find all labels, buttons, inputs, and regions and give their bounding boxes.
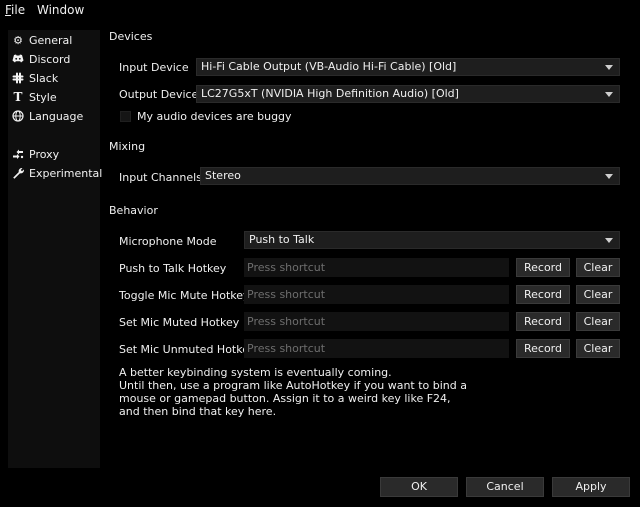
toggle-mic-mute-clear-button[interactable]: Clear	[576, 285, 620, 304]
set-mic-unmuted-record-button[interactable]: Record	[516, 339, 570, 358]
toggle-mic-mute-hotkey-label: Toggle Mic Mute Hotkey	[119, 289, 250, 302]
sidebar-item-label: Slack	[29, 71, 59, 85]
sidebar-item-language[interactable]: Language	[12, 107, 98, 125]
sidebar-item-label: Language	[29, 109, 84, 123]
set-mic-muted-clear-button[interactable]: Clear	[576, 312, 620, 331]
input-channels-label: Input Channels	[119, 171, 202, 184]
sidebar-item-experimental[interactable]: Experimental	[12, 164, 102, 182]
sidebar-item-proxy[interactable]: Proxy	[12, 145, 98, 163]
input-channels-select[interactable]: Stereo	[200, 167, 620, 185]
note-line: Until then, use a program like AutoHotke…	[119, 379, 467, 392]
buggy-devices-label: My audio devices are buggy	[137, 110, 292, 123]
toggle-mic-mute-record-button[interactable]: Record	[516, 285, 570, 304]
section-title-mixing: Mixing	[109, 140, 146, 153]
text-style-icon: T	[13, 90, 23, 104]
menu-file-rest: ile	[11, 3, 26, 17]
sidebar-item-label: Experimental	[29, 166, 103, 180]
output-device-value: LC27G5xT (NVIDIA High Definition Audio) …	[201, 87, 459, 100]
sidebar-item-label: Style	[29, 90, 57, 104]
proxy-icon	[12, 148, 24, 160]
sidebar-item-slack[interactable]: Slack	[12, 69, 98, 87]
section-title-behavior: Behavior	[109, 204, 158, 217]
input-channels-value: Stereo	[205, 169, 241, 182]
apply-button[interactable]: Apply	[552, 477, 630, 497]
microphone-mode-label: Microphone Mode	[119, 235, 217, 248]
slack-icon	[12, 72, 24, 84]
chevron-down-icon	[605, 174, 613, 179]
note-line: mouse or gamepad button. Assign it to a …	[119, 392, 451, 405]
globe-icon	[12, 110, 24, 122]
push-to-talk-hotkey-label: Push to Talk Hotkey	[119, 262, 227, 275]
discord-icon	[12, 53, 24, 65]
chevron-down-icon	[605, 92, 613, 97]
menu-window[interactable]: Window	[37, 3, 84, 17]
input-device-label: Input Device	[119, 61, 189, 74]
output-device-select[interactable]: LC27G5xT (NVIDIA High Definition Audio) …	[196, 85, 620, 103]
output-device-label: Output Device	[119, 88, 199, 101]
set-mic-unmuted-hotkey-input[interactable]: Press shortcut	[244, 339, 509, 358]
chevron-down-icon	[605, 238, 613, 243]
set-mic-unmuted-hotkey-label: Set Mic Unmuted Hotkey	[119, 343, 256, 356]
input-device-select[interactable]: Hi-Fi Cable Output (VB-Audio Hi-Fi Cable…	[196, 58, 620, 76]
set-mic-muted-hotkey-label: Set Mic Muted Hotkey	[119, 316, 240, 329]
ok-button[interactable]: OK	[380, 477, 458, 497]
microphone-mode-select[interactable]: Push to Talk	[244, 231, 620, 249]
push-to-talk-record-button[interactable]: Record	[516, 258, 570, 277]
gear-icon: ⚙	[13, 33, 23, 47]
chevron-down-icon	[605, 65, 613, 70]
sidebar-item-label: Discord	[29, 52, 71, 66]
cancel-button[interactable]: Cancel	[466, 477, 544, 497]
push-to-talk-hotkey-input[interactable]: Press shortcut	[244, 258, 509, 277]
note-line: and then bind that key here.	[119, 405, 277, 418]
section-title-devices: Devices	[109, 30, 153, 43]
sidebar-item-label: Proxy	[29, 147, 60, 161]
set-mic-muted-record-button[interactable]: Record	[516, 312, 570, 331]
wrench-icon	[12, 167, 24, 179]
sidebar-item-label: General	[29, 33, 73, 47]
buggy-devices-checkbox[interactable]	[120, 111, 131, 122]
push-to-talk-clear-button[interactable]: Clear	[576, 258, 620, 277]
microphone-mode-value: Push to Talk	[249, 233, 315, 246]
set-mic-muted-hotkey-input[interactable]: Press shortcut	[244, 312, 509, 331]
note-line: A better keybinding system is eventually…	[119, 366, 392, 379]
sidebar-item-style[interactable]: T Style	[12, 88, 98, 106]
menu-bar: File Window	[0, 0, 640, 20]
menu-file[interactable]: File	[5, 3, 25, 17]
sidebar-item-discord[interactable]: Discord	[12, 50, 98, 68]
input-device-value: Hi-Fi Cable Output (VB-Audio Hi-Fi Cable…	[201, 60, 457, 73]
sidebar-item-general[interactable]: ⚙ General	[12, 31, 98, 49]
settings-sidebar: ⚙ General Discord Slack T Style Language…	[8, 30, 102, 468]
keybinding-note: A better keybinding system is eventually…	[119, 366, 467, 418]
toggle-mic-mute-hotkey-input[interactable]: Press shortcut	[244, 285, 509, 304]
set-mic-unmuted-clear-button[interactable]: Clear	[576, 339, 620, 358]
